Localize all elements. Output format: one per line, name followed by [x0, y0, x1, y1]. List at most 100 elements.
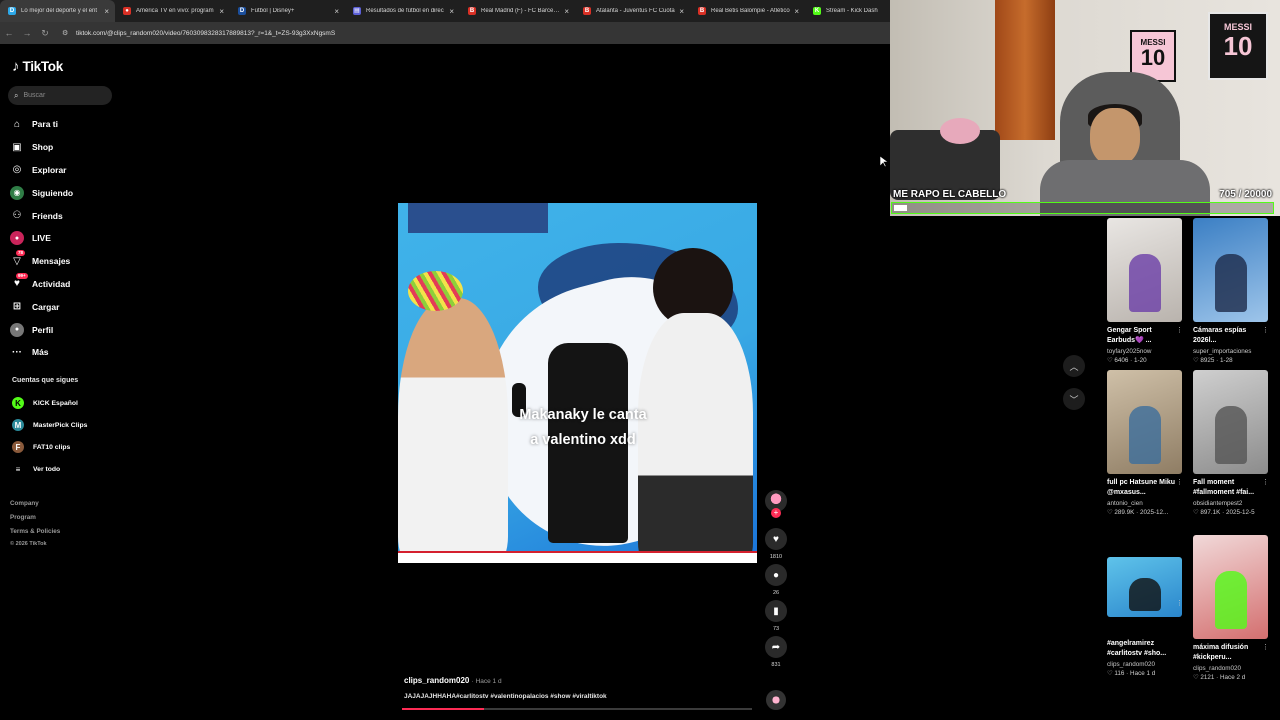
- recommended-video[interactable]: Cámaras espías 2026l... ⋮ super_importac…: [1193, 218, 1271, 364]
- video-person-hair: [408, 271, 463, 311]
- share-icon: ➦: [771, 641, 781, 653]
- more-options-icon[interactable]: ⋮: [1176, 326, 1183, 334]
- recommended-title[interactable]: #angelramirez #carlitostv #sho...: [1107, 639, 1177, 659]
- url-text[interactable]: tiktok.com/@clips_random020/video/760309…: [76, 30, 335, 37]
- creator-avatar[interactable]: +: [765, 490, 787, 518]
- tab-close-icon[interactable]: ×: [449, 7, 454, 16]
- following-item[interactable]: M MasterPick Clips: [12, 419, 122, 431]
- sidebar-item-label: Mensajes: [32, 256, 71, 267]
- notification-badge: 99+: [16, 272, 28, 279]
- following-item[interactable]: F FAT10 clips: [12, 441, 122, 453]
- video-description[interactable]: JAJAJAJHHAHA#carlitostv #valentinopalaci…: [404, 693, 607, 700]
- recommended-title[interactable]: Cámaras espías 2026l...: [1193, 326, 1263, 346]
- tiktok-logo[interactable]: ♪ TikTok: [12, 58, 63, 75]
- browser-tab[interactable]: D Fútbol | Disney+ ×: [230, 0, 345, 22]
- recommended-title[interactable]: full pc Hatsune Miku @mxasus...: [1107, 478, 1177, 498]
- tab-close-icon[interactable]: ×: [334, 7, 339, 16]
- tab-close-icon[interactable]: ×: [794, 7, 799, 16]
- tab-close-icon[interactable]: ×: [104, 7, 109, 16]
- video-thumbnail[interactable]: [1193, 218, 1268, 322]
- video-thumbnail[interactable]: [1107, 557, 1182, 617]
- recommended-author[interactable]: antonio_cien: [1107, 500, 1185, 507]
- recommended-author[interactable]: super_importaciones: [1193, 348, 1271, 355]
- recommended-video[interactable]: #angelramirez #carlitostv #sho... ⋮ clip…: [1107, 535, 1185, 677]
- video-author[interactable]: clips_random020 · Hace 1 d: [404, 676, 502, 685]
- recommended-title[interactable]: máxima difusión #kickperu...: [1193, 643, 1263, 663]
- next-video-button[interactable]: ﹀: [1063, 388, 1085, 410]
- tab-close-icon[interactable]: ×: [219, 7, 224, 16]
- like-button[interactable]: ♥: [765, 528, 787, 550]
- more-options-icon[interactable]: ⋮: [1262, 326, 1269, 334]
- recommended-author[interactable]: toyfary2025now: [1107, 348, 1185, 355]
- share-button[interactable]: ➦: [765, 636, 787, 658]
- search-input[interactable]: [23, 92, 104, 99]
- follow-plus-icon[interactable]: +: [771, 508, 781, 518]
- more-options-icon[interactable]: ⋮: [1176, 599, 1183, 607]
- site-info-icon[interactable]: ⚙: [62, 29, 70, 37]
- browser-tab[interactable]: B Atalanta - Juventus FC Cuota ×: [575, 0, 690, 22]
- following-item[interactable]: ≡ Ver todo: [12, 463, 122, 475]
- browser-tab[interactable]: ● América TV en vivo: program ×: [115, 0, 230, 22]
- sidebar-item-home[interactable]: ⌂ Para ti: [10, 113, 120, 136]
- recommended-video[interactable]: Gengar Sport Earbuds💜 ... ⋮ toyfary2025n…: [1107, 218, 1185, 364]
- sidebar-item-more[interactable]: ··· Más: [10, 341, 120, 364]
- thumbnail-subject: [1129, 578, 1161, 611]
- sidebar-item-label: Siguiendo: [32, 187, 74, 198]
- goal-progress-bar: [891, 202, 1274, 214]
- video-thumbnail[interactable]: [1193, 370, 1268, 474]
- footer-terms[interactable]: Terms & Policies: [10, 525, 60, 539]
- following-avatar: F: [12, 441, 24, 453]
- comment-button[interactable]: ●: [765, 564, 787, 586]
- video-thumbnail[interactable]: [1193, 535, 1268, 639]
- following-section-title: Cuentas que sigues: [12, 377, 79, 384]
- reload-icon[interactable]: ↻: [36, 28, 54, 39]
- sidebar-item-profile[interactable]: ● Perfil: [10, 318, 120, 341]
- tab-close-icon[interactable]: ×: [564, 7, 569, 16]
- video-player[interactable]: Makanaky le canta a valentino xdd: [398, 203, 757, 563]
- footer-program[interactable]: Program: [10, 511, 60, 525]
- sidebar-item-messages[interactable]: ▽ 78 Mensajes: [10, 250, 120, 273]
- sidebar-item-activity[interactable]: ♥ 99+ Actividad: [10, 272, 120, 296]
- more-options-icon[interactable]: ⋮: [1262, 643, 1269, 651]
- sidebar-item-friends[interactable]: ⚇ Friends: [10, 204, 120, 227]
- video-person-left: [398, 298, 508, 563]
- forward-arrow-icon[interactable]: →: [18, 28, 36, 38]
- video-thumbnail[interactable]: [1107, 218, 1182, 322]
- browser-tab[interactable]: K Stream - Kick Dash ×: [805, 0, 890, 22]
- browser-tab[interactable]: ▤ Resultados de fútbol en direc ×: [345, 0, 460, 22]
- video-thumbnail[interactable]: [1107, 370, 1182, 474]
- recommended-video[interactable]: Fall moment #fallmoment #fai... ⋮ obsidi…: [1193, 370, 1271, 516]
- sidebar-item-compass[interactable]: ◎ Explorar: [10, 159, 120, 182]
- back-arrow-icon[interactable]: ←: [0, 28, 18, 38]
- browser-tab[interactable]: D Lo mejor del deporte y el ent ×: [0, 0, 115, 22]
- url-field[interactable]: ⚙ tiktok.com/@clips_random020/video/7603…: [62, 29, 335, 38]
- sidebar-item-live[interactable]: ● LIVE: [10, 227, 120, 250]
- following-label: Ver todo: [33, 465, 61, 473]
- recommended-author[interactable]: clips_random020: [1193, 665, 1271, 672]
- save-button[interactable]: ▮: [765, 600, 787, 622]
- recommended-title[interactable]: Fall moment #fallmoment #fai...: [1193, 478, 1263, 498]
- video-caption-line: a valentino xdd: [530, 432, 636, 448]
- browser-tab[interactable]: B Real Betis Balompié - Atlético ×: [690, 0, 805, 22]
- footer-company[interactable]: Company: [10, 497, 60, 511]
- recommended-author[interactable]: clips_random020: [1107, 661, 1185, 668]
- video-username[interactable]: clips_random020: [404, 676, 469, 685]
- recommended-video[interactable]: full pc Hatsune Miku @mxasus... ⋮ antoni…: [1107, 370, 1185, 516]
- more-options-icon[interactable]: ⋮: [1262, 478, 1269, 486]
- previous-video-button[interactable]: ︿: [1063, 355, 1085, 377]
- recommended-author[interactable]: obsidiantempest2: [1193, 500, 1271, 507]
- following-item[interactable]: K KICK Español: [12, 397, 122, 409]
- poster-number: 10: [1223, 31, 1253, 61]
- recommended-title[interactable]: Gengar Sport Earbuds💜 ...: [1107, 326, 1177, 346]
- sidebar-item-following[interactable]: ◉ Siguiendo: [10, 181, 120, 204]
- sidebar-item-shop[interactable]: ▣ Shop: [10, 136, 120, 159]
- browser-tab[interactable]: B Real Madrid (F) - FC Barcelon ×: [460, 0, 575, 22]
- search-box[interactable]: ⌕: [8, 86, 112, 105]
- video-progress-bar[interactable]: [402, 708, 752, 710]
- tab-close-icon[interactable]: ×: [679, 7, 684, 16]
- sidebar-item-upload[interactable]: ⊞ Cargar: [10, 295, 120, 318]
- more-options-icon[interactable]: ⋮: [1176, 478, 1183, 486]
- music-disc-icon[interactable]: [766, 690, 786, 710]
- recommended-video[interactable]: máxima difusión #kickperu... ⋮ clips_ran…: [1193, 535, 1271, 681]
- recommended-stats: ♡ 289.9K · 2025-12...: [1107, 509, 1169, 516]
